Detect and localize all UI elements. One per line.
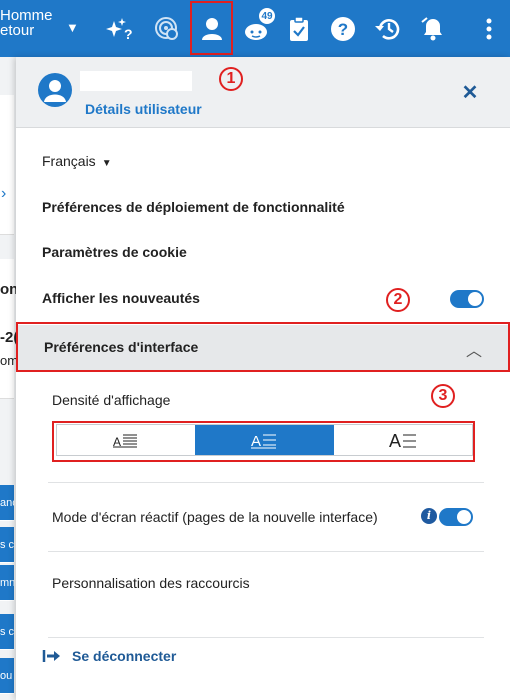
annotation-box-interface-prefs (16, 322, 510, 372)
background-card (0, 95, 14, 235)
toggle-knob (457, 510, 471, 524)
annotation-box-user (190, 1, 233, 55)
logout-icon (42, 650, 60, 662)
notifications-badge: 49 (257, 6, 277, 26)
history-icon[interactable] (371, 12, 405, 46)
svg-text:?: ? (338, 20, 348, 39)
user-details-link[interactable]: Détails utilisateur (85, 101, 202, 117)
info-icon[interactable]: i (421, 508, 437, 524)
background-button: anc (0, 485, 14, 521)
language-label: Français (42, 153, 96, 169)
annotation-number: 1 (219, 67, 243, 91)
background-button: s c (0, 527, 14, 563)
sparkle-help-icon[interactable]: ? (103, 12, 137, 46)
shortcuts-customization-link[interactable]: Personnalisation des raccourcis (52, 575, 250, 591)
context-selector[interactable]: Homme etour (0, 8, 53, 38)
responsive-mode-label: Mode d'écran réactif (pages de la nouvel… (52, 509, 378, 525)
close-icon[interactable]: ✕ (460, 83, 480, 103)
chevron-right-icon: › (1, 185, 7, 202)
bell-icon[interactable] (416, 12, 450, 46)
language-selector[interactable]: Français ▼ (42, 153, 112, 169)
background-button: ou (0, 658, 14, 694)
background-button: s c (0, 614, 14, 650)
clipboard-check-icon[interactable] (282, 12, 316, 46)
divider (48, 482, 484, 483)
top-bar: Homme etour ▼ ? 49 ? (0, 0, 510, 57)
username-redacted (80, 71, 192, 91)
avatar-icon (38, 73, 72, 107)
display-density-label: Densité d'affichage (52, 392, 171, 408)
annotation-number: 3 (431, 384, 455, 408)
feature-preferences-link[interactable]: Préférences de déploiement de fonctionna… (42, 199, 345, 215)
caret-down-icon: ▼ (101, 158, 112, 169)
cookie-settings-link[interactable]: Paramètres de cookie (42, 244, 187, 260)
annotation-number: 2 (386, 288, 410, 312)
responsive-mode-toggle[interactable] (439, 508, 473, 526)
more-vertical-icon[interactable] (472, 12, 506, 46)
context-title-line2: etour (0, 22, 35, 39)
caret-down-icon[interactable]: ▼ (66, 20, 79, 35)
help-icon[interactable]: ? (326, 12, 360, 46)
annotation-box-density (52, 421, 475, 462)
background-button: mn (0, 565, 14, 601)
logout-label: Se déconnecter (72, 648, 177, 664)
show-news-label: Afficher les nouveautés (42, 290, 200, 306)
svg-text:?: ? (124, 26, 133, 41)
target-search-icon[interactable] (150, 12, 184, 46)
divider (48, 551, 484, 552)
panel-header: Détails utilisateur ✕ (16, 57, 510, 128)
logout-button[interactable]: Se déconnecter (42, 648, 176, 664)
show-news-toggle[interactable] (450, 290, 484, 308)
divider (48, 637, 484, 638)
toggle-knob (468, 292, 482, 306)
user-panel: Détails utilisateur ✕ Français ▼ Préféren… (16, 57, 510, 700)
